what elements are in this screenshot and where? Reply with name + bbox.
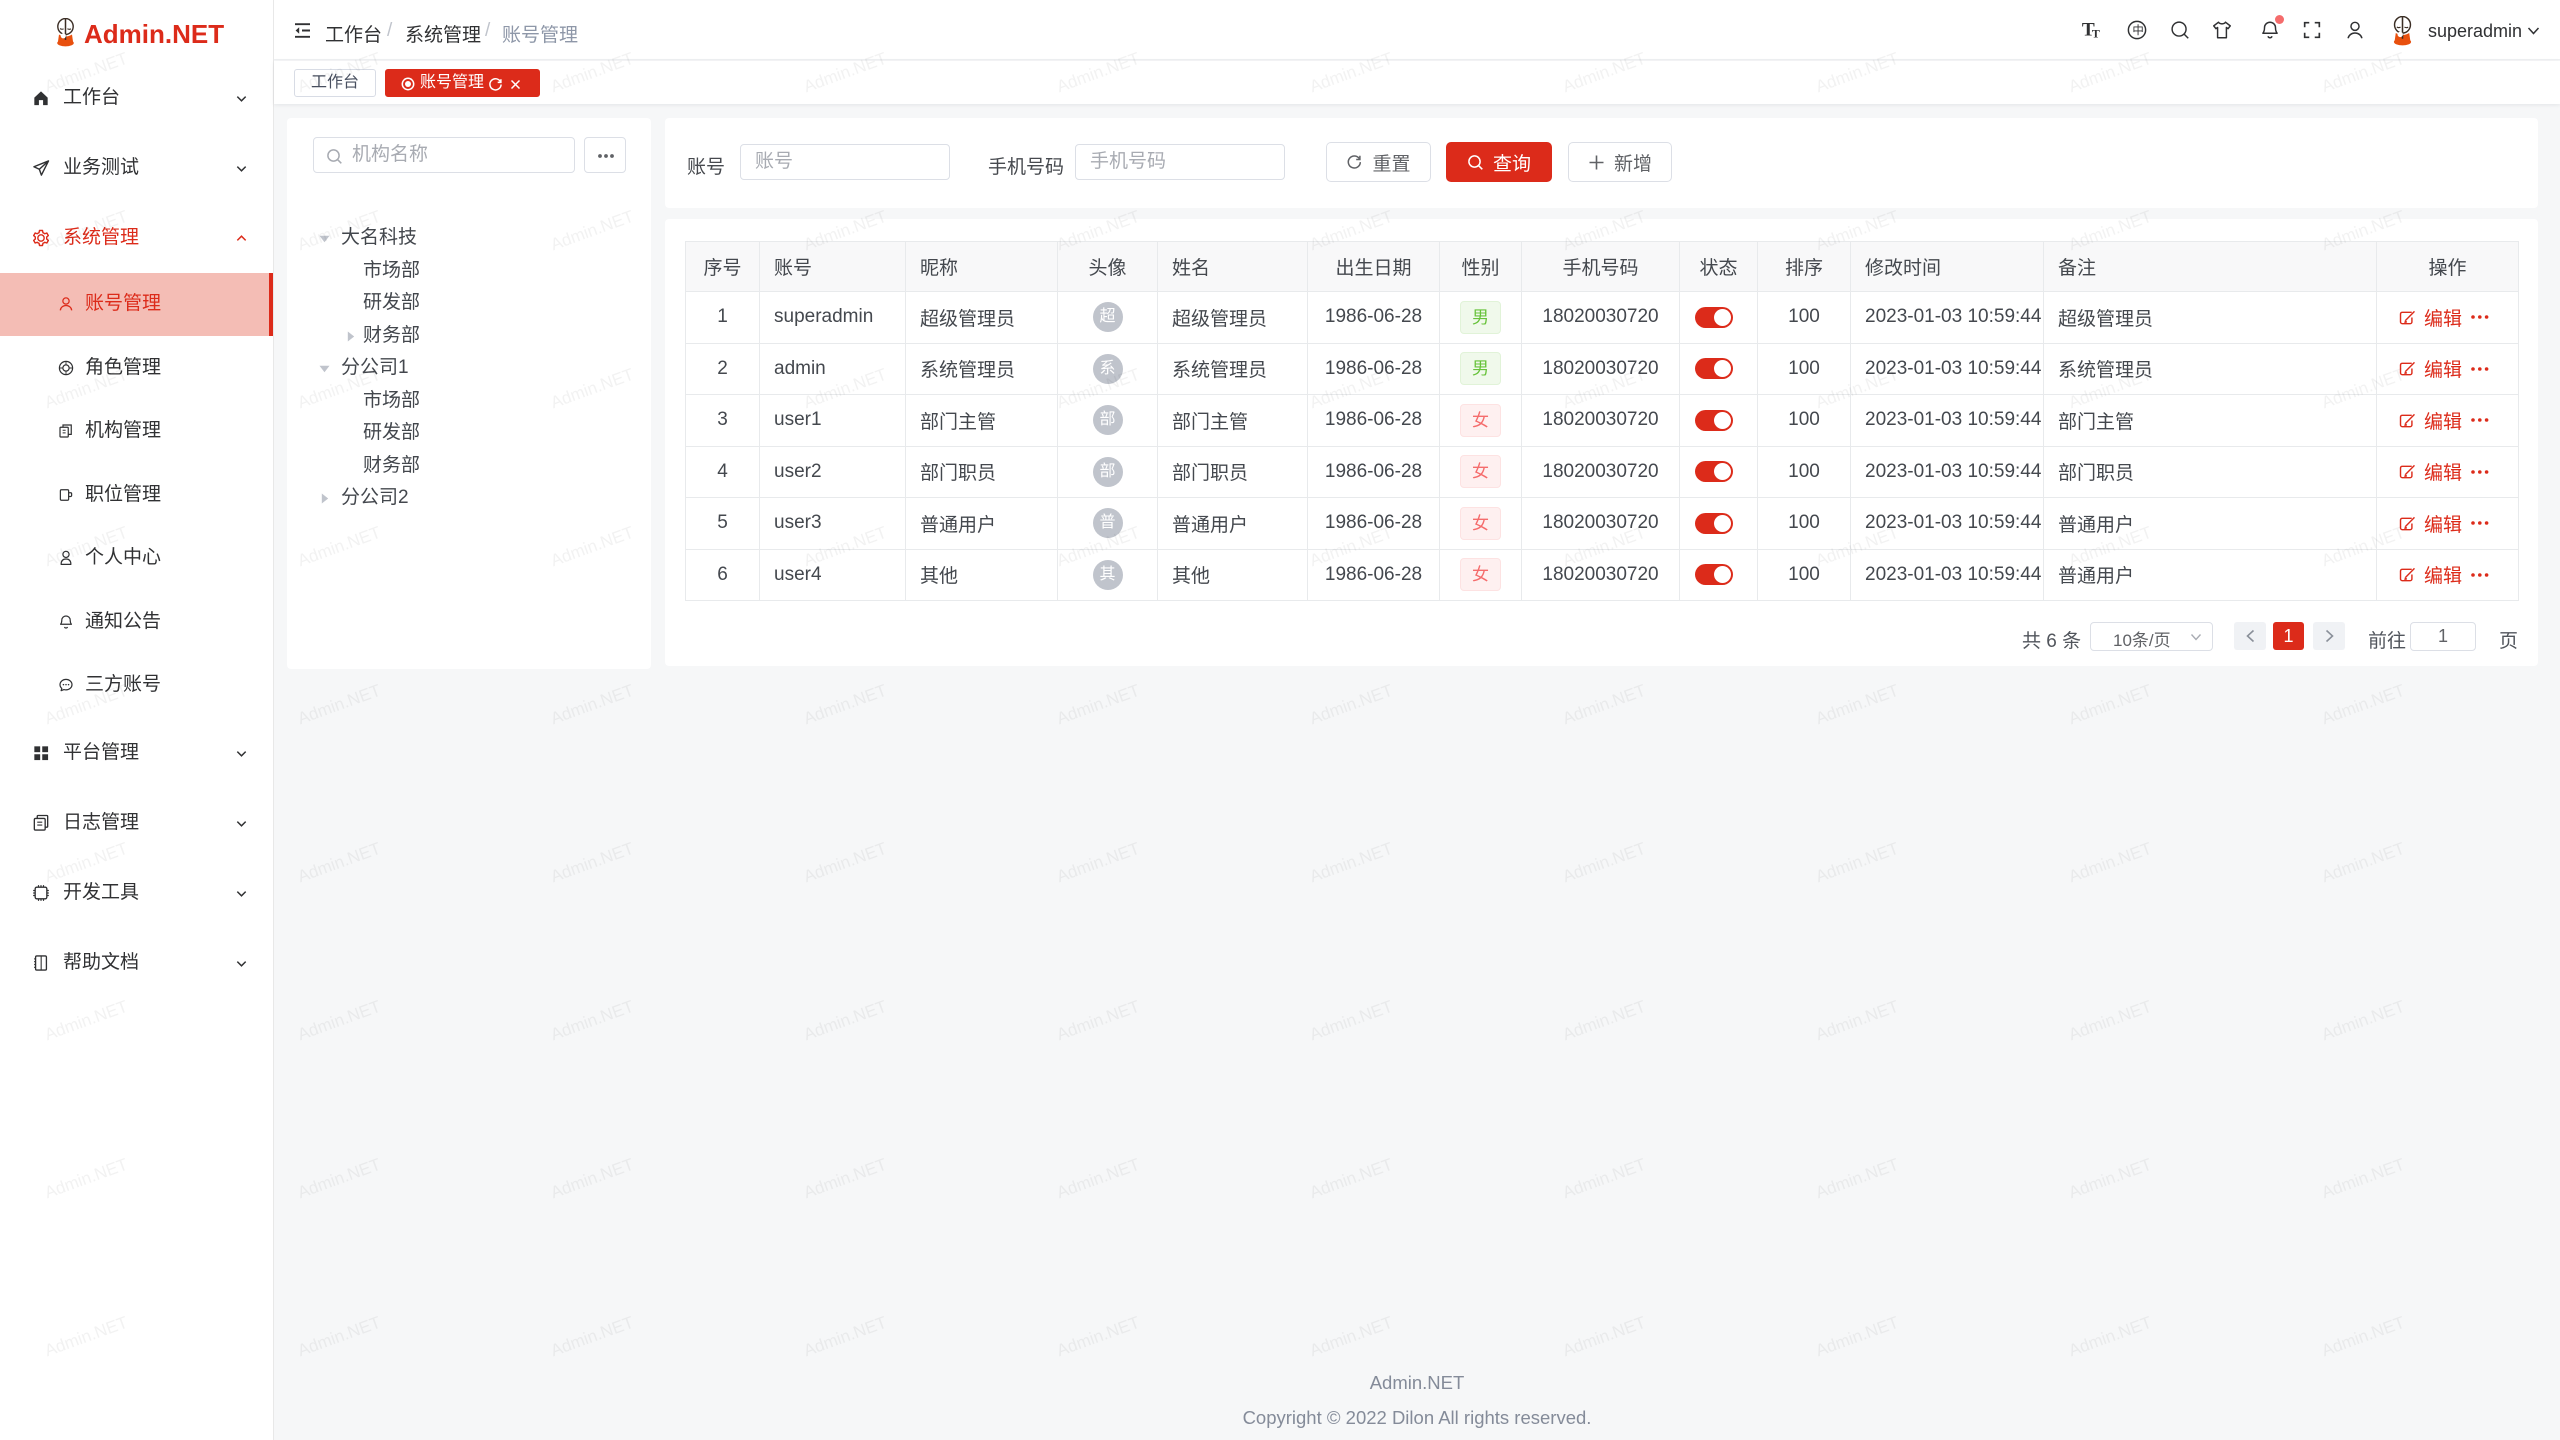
svg-text:中: 中: [2132, 24, 2143, 37]
svg-text:T: T: [2092, 26, 2100, 40]
